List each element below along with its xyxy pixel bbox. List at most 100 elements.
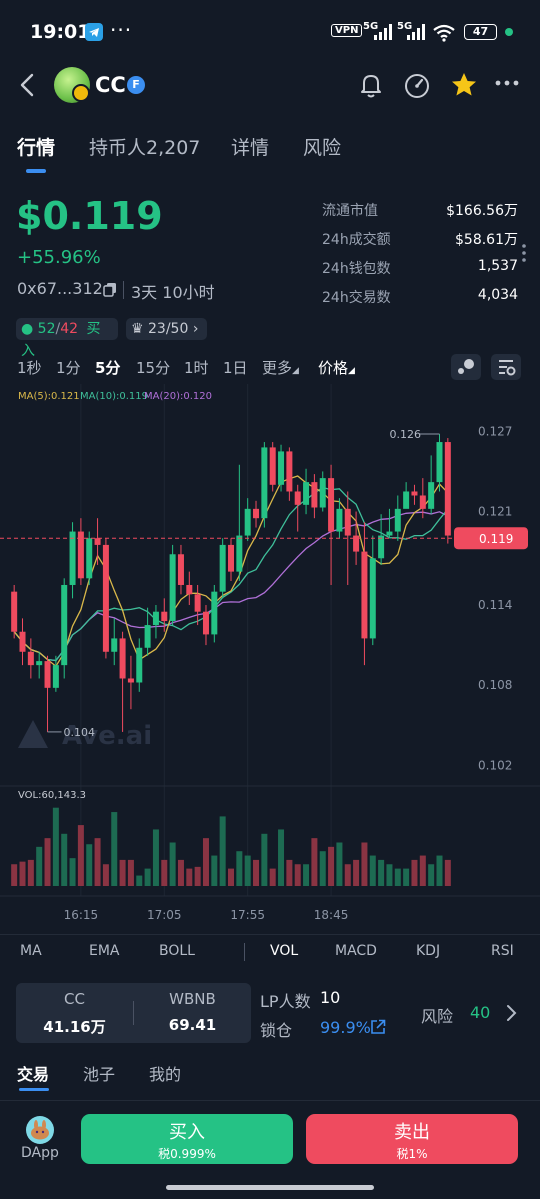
candle [428,482,435,509]
holders-pill[interactable]: ♛ 23/50 › [126,318,207,340]
timeframe-bar: 1秒 1分 5分 15分 1时 1日 更多◢ 价格◢ [0,354,540,380]
volume-bar [444,859,451,886]
crown-icon: ♛ [131,321,144,337]
candle [378,535,385,559]
privacy-dot-icon [505,28,513,36]
volume-bar [336,842,343,886]
stat-label: 24h交易数 [322,290,391,306]
chevron-right-icon: › [192,321,199,337]
app-header: CC F [0,64,540,110]
buy-button[interactable]: 买入 税0.999% [81,1114,293,1164]
price-type[interactable]: 价格◢ [318,357,355,378]
volume-bar [194,866,201,886]
tab-holders[interactable]: 持币人2,207 [89,133,200,160]
volume-bar [169,842,176,886]
volume-bar [86,844,93,886]
ind-macd[interactable]: MACD [335,943,377,959]
current-price: $0.119 [16,194,163,238]
candle [144,625,151,648]
stat-value: 1,537 [477,258,518,274]
ma-legend-label: MA(10):0.119 [80,391,148,402]
candle [403,491,410,509]
dapp-icon[interactable] [26,1116,54,1144]
ind-boll[interactable]: BOLL [159,943,195,959]
volume-bar [102,864,109,886]
tab-pool[interactable]: 池子 [83,1061,115,1085]
ind-kdj[interactable]: KDJ [416,943,440,959]
candle [227,544,235,572]
lock-value[interactable]: 99.9% [320,1018,371,1037]
tab-details[interactable]: 详情 [231,133,269,160]
contract-address[interactable]: 0x67...312a [17,279,113,298]
candle [111,638,118,652]
risk-chevron-icon[interactable] [505,1004,517,1022]
candle [369,558,376,639]
x-tick-label: 17:55 [230,908,265,922]
verified-badge-icon: F [127,76,145,94]
stats-more-icon[interactable] [521,243,527,263]
candle [119,638,126,679]
stat-row: 24h钱包数 1,537 [322,258,518,287]
volume-bar [411,859,418,886]
speedometer-icon[interactable] [402,70,432,100]
volume-bar [44,838,51,886]
volume-bar [27,859,34,886]
price-chart[interactable]: Ave.ai0.1260.1040.1270.1210.1140.1080.10… [0,384,540,924]
more-options-icon[interactable] [494,78,520,88]
ave-logo-icon [18,720,48,748]
favorite-star-icon[interactable] [449,70,479,100]
dapp-label[interactable]: DApp [21,1145,59,1161]
buy-sell-pill[interactable]: ● 52/42 买入 [16,318,118,359]
tf-1m[interactable]: 1分 [56,357,81,378]
volume-label: VOL:60,143.3 [18,790,86,801]
candle [244,508,251,536]
stat-value: $58.61万 [455,232,518,248]
lp-count-label: LP人数 [260,992,311,1011]
volume-bar [19,861,26,886]
risk-label[interactable]: 风险 [421,1003,453,1027]
volume-bar [36,846,43,886]
bell-icon[interactable] [357,70,385,100]
signal-bars-icon-1 [372,24,394,40]
tf-1h[interactable]: 1时 [184,357,209,378]
token-b-symbol: WBNB [169,990,216,1008]
tf-more[interactable]: 更多◢ [262,357,299,378]
volume-bar [428,864,435,886]
volume-bar [419,855,426,886]
tf-1d[interactable]: 1日 [223,357,248,378]
candle [344,508,351,536]
ind-vol[interactable]: VOL [270,943,298,959]
risk-score[interactable]: 40 [470,1003,490,1022]
drawing-tools-icon[interactable] [451,354,481,380]
back-arrow-icon[interactable] [16,72,40,98]
chart-settings-icon[interactable] [491,354,521,380]
stat-label: 流通市值 [322,203,378,219]
copy-icon[interactable] [103,282,117,297]
candle [219,544,226,592]
vpn-icon: VPN [331,24,363,37]
volume-bar [253,859,260,886]
tab-mine[interactable]: 我的 [149,1061,181,1085]
tf-1s[interactable]: 1秒 [17,357,42,378]
triangle-icon: ◢ [348,366,355,376]
external-link-icon[interactable] [370,1019,386,1035]
tf-15m[interactable]: 15分 [136,357,170,378]
ind-ma[interactable]: MA [20,943,42,959]
tf-5m[interactable]: 5分 [95,357,120,378]
candle [152,611,159,626]
volume-bar [61,833,68,886]
ind-rsi[interactable]: RSI [491,943,514,959]
stat-value: 4,034 [477,287,518,303]
volume-bar [319,851,326,886]
sell-button-label: 卖出 [394,1122,430,1143]
candle [436,442,443,483]
tab-indicator [26,169,46,173]
tab-market[interactable]: 行情 [17,133,55,160]
tab-risk[interactable]: 风险 [303,133,341,160]
tab-trade[interactable]: 交易 [17,1061,49,1085]
y-tick-label: 0.121 [478,505,512,519]
ind-ema[interactable]: EMA [89,943,120,959]
lp-count: 10 [320,988,341,1007]
sell-button[interactable]: 卖出 税1% [306,1114,518,1164]
home-indicator[interactable] [166,1185,374,1190]
